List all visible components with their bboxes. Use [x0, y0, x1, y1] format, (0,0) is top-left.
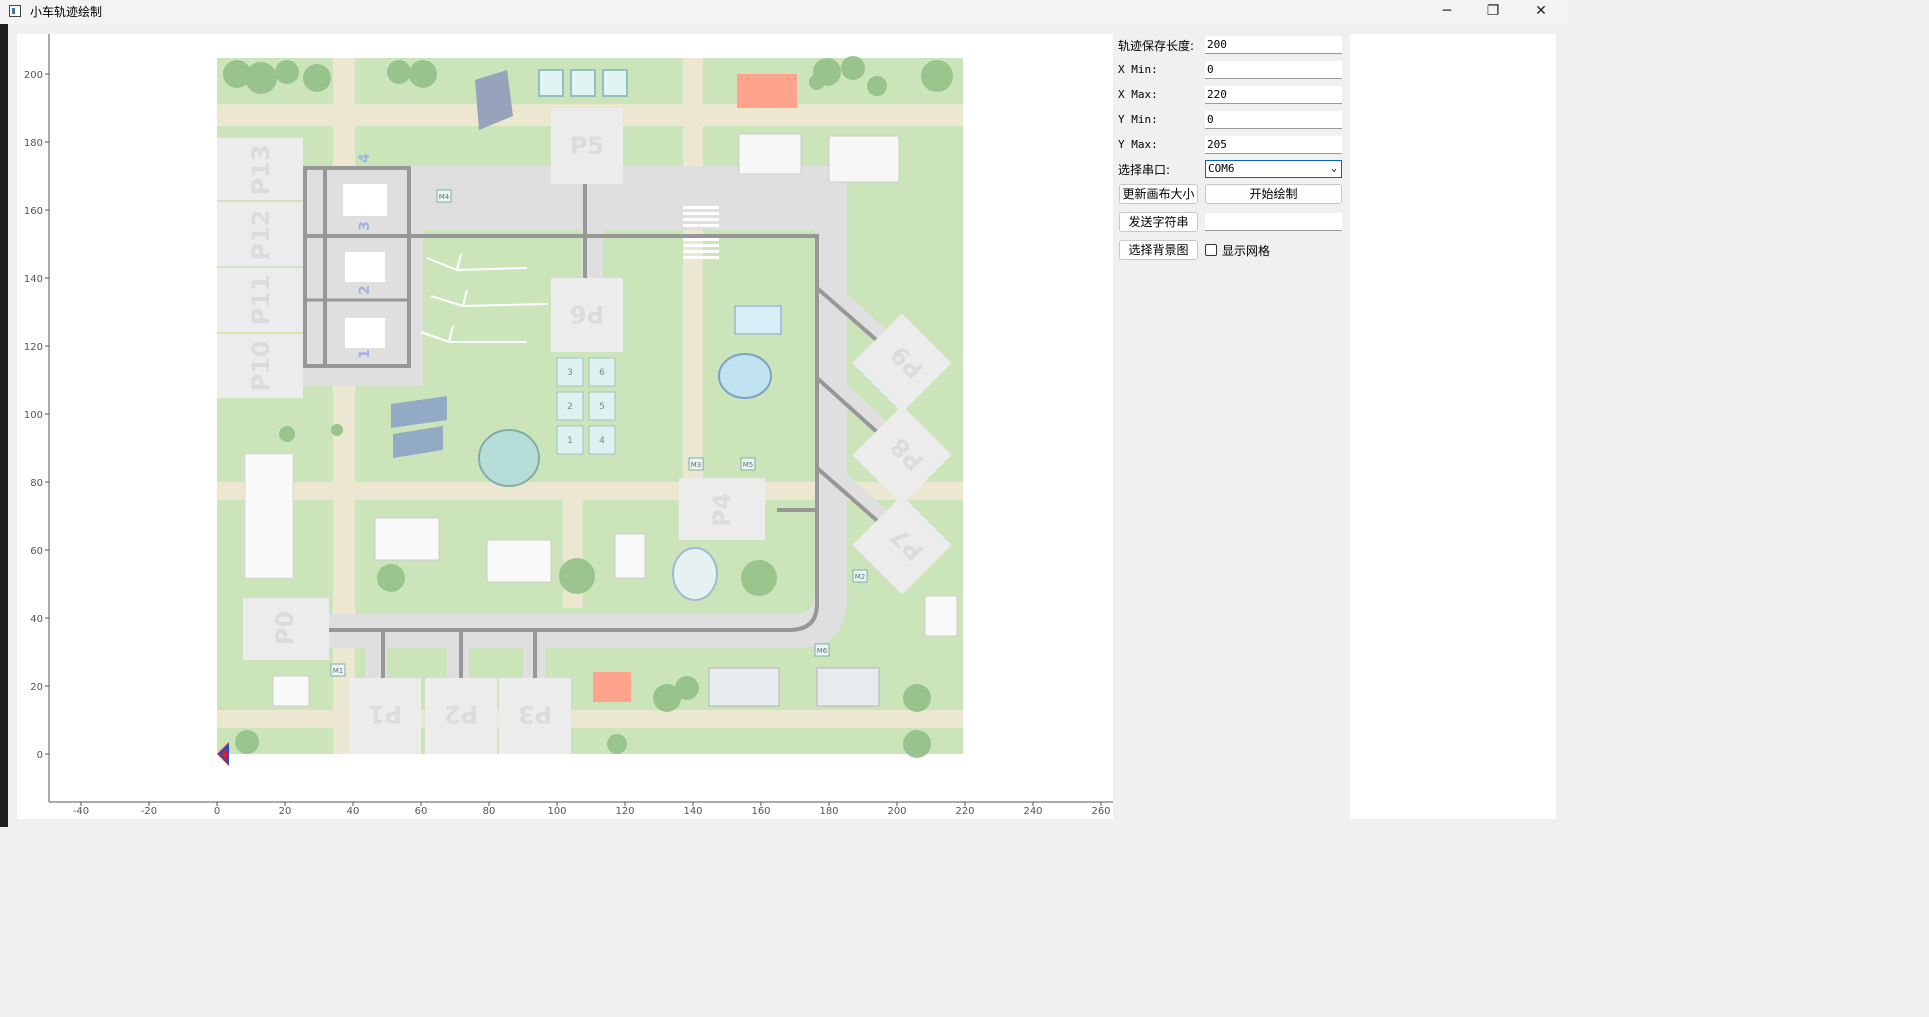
- red-roof-building: [737, 74, 797, 108]
- parking-label-p5: P5: [570, 132, 604, 160]
- grid-number-6: 6: [599, 368, 605, 378]
- output-pane[interactable]: [1350, 34, 1556, 819]
- x-tick-label: -20: [141, 806, 157, 817]
- parking-label-p11: P11: [247, 275, 275, 326]
- x-tick-label: 240: [1023, 806, 1042, 817]
- serial-port-value: COM6: [1208, 162, 1235, 175]
- grid-number-5: 5: [599, 402, 605, 412]
- bay-number-4: 4: [357, 153, 373, 163]
- right-scrollbar[interactable]: [1558, 34, 1568, 819]
- y-tick-label: 200: [24, 70, 43, 81]
- y-tick-label: 180: [24, 138, 43, 149]
- y-tick-label: 20: [30, 682, 43, 693]
- window-title: 小车轨迹绘制: [30, 5, 103, 19]
- parking-label-p2: P2: [444, 700, 478, 728]
- x-tick-label: 260: [1091, 806, 1110, 817]
- track-length-input[interactable]: 200: [1205, 36, 1342, 54]
- parking-label-p13: P13: [247, 145, 275, 196]
- x-tick-label: -40: [73, 806, 89, 817]
- minimize-button[interactable]: ─: [1424, 0, 1470, 24]
- bay-number-2: 2: [357, 285, 373, 295]
- marker-m6: M6: [817, 647, 828, 655]
- grid-number-3: 3: [567, 368, 573, 378]
- serial-port-select[interactable]: COM6 ⌄: [1205, 160, 1342, 178]
- y-tick-label: 100: [24, 410, 43, 421]
- parking-label-p1: P1: [368, 700, 402, 728]
- serial-port-label: 选择串口:: [1118, 163, 1171, 177]
- x-min-input[interactable]: 0: [1205, 61, 1342, 79]
- title-bar: 小车轨迹绘制 ─ ❐ ✕: [0, 0, 1568, 24]
- track-length-label: 轨迹保存长度:: [1118, 39, 1195, 53]
- update-canvas-button[interactable]: 更新画布大小: [1119, 184, 1198, 204]
- path-bottom: [217, 710, 963, 728]
- y-max-input[interactable]: 205: [1205, 136, 1342, 154]
- path-left: [333, 58, 355, 754]
- plot-area[interactable]: -40 -20 0 20 40 60 80 100 120 140 160 180 200 220 240 2…: [17, 34, 1113, 819]
- x-tick-label: 220: [955, 806, 974, 817]
- battery-tank: [734, 305, 782, 335]
- round-tank: [718, 353, 772, 399]
- close-button[interactable]: ✕: [1518, 0, 1564, 24]
- maximize-button[interactable]: ❐: [1470, 0, 1516, 24]
- grid-number-4: 4: [599, 436, 605, 446]
- y-tick-label: 40: [30, 614, 43, 625]
- parking-label-p3: P3: [518, 700, 552, 728]
- path-vertical: [683, 58, 703, 518]
- marker-m2: M2: [855, 573, 866, 581]
- background-window-strip: [0, 24, 8, 827]
- show-grid-label: 显示网格: [1222, 244, 1271, 258]
- y-tick-label: 140: [24, 274, 43, 285]
- send-string-button[interactable]: 发送字符串: [1119, 212, 1198, 232]
- send-string-input[interactable]: [1205, 213, 1342, 231]
- x-tick-label: 20: [279, 806, 292, 817]
- x-tick-label: 0: [214, 806, 220, 817]
- y-axis-ticks: 0 20 40 60 80 100 120 140 160 180 200: [24, 70, 49, 761]
- marker-m3: M3: [691, 461, 702, 469]
- y-tick-label: 80: [30, 478, 43, 489]
- x-tick-label: 100: [547, 806, 566, 817]
- bay-number-3: 3: [357, 221, 373, 231]
- y-tick-label: 120: [24, 342, 43, 353]
- x-max-label: X Max:: [1118, 88, 1158, 101]
- trajectory-plot[interactable]: -40 -20 0 20 40 60 80 100 120 140 160 180 200 220 240 2…: [17, 34, 1113, 819]
- choose-background-button[interactable]: 选择背景图: [1119, 240, 1198, 260]
- y-tick-label: 60: [30, 546, 43, 557]
- x-tick-label: 120: [615, 806, 634, 817]
- x-tick-label: 140: [683, 806, 702, 817]
- grid-number-2: 2: [567, 402, 573, 412]
- parking-label-p0: P0: [271, 611, 299, 645]
- x-tick-label: 60: [415, 806, 428, 817]
- round-building: [478, 429, 540, 487]
- marker-m4: M4: [439, 193, 450, 201]
- x-tick-label: 40: [347, 806, 360, 817]
- x-tick-label: 80: [483, 806, 496, 817]
- control-panel: 轨迹保存长度: 200 X Min: 0 X Max: 220 Y Min: 0…: [1113, 34, 1349, 814]
- bay-number-1: 1: [357, 349, 373, 359]
- x-max-input[interactable]: 220: [1205, 86, 1342, 104]
- y-tick-label: 160: [24, 206, 43, 217]
- x-min-label: X Min:: [1118, 63, 1158, 76]
- grid-number-1: 1: [567, 436, 573, 446]
- start-drawing-button[interactable]: 开始绘制: [1205, 184, 1342, 204]
- marker-m5: M5: [743, 461, 754, 469]
- y-min-input[interactable]: 0: [1205, 111, 1342, 129]
- x-tick-label: 180: [819, 806, 838, 817]
- parking-label-p12: P12: [247, 210, 275, 261]
- y-max-label: Y Max:: [1118, 138, 1158, 151]
- y-min-label: Y Min:: [1118, 113, 1158, 126]
- x-tick-label: 160: [751, 806, 770, 817]
- show-grid-checkbox[interactable]: [1205, 244, 1217, 256]
- x-axis-ticks: -40 -20 0 20 40 60 80 100 120 140 160 180 200 220 240 2…: [73, 802, 1111, 817]
- chevron-down-icon: ⌄: [1330, 163, 1337, 174]
- parking-label-p4: P4: [708, 493, 736, 527]
- parking-label-p6: P6: [570, 300, 604, 328]
- y-tick-label: 0: [37, 750, 43, 761]
- parking-label-p10: P10: [247, 341, 275, 392]
- app-icon: [9, 5, 21, 17]
- marker-m1: M1: [333, 667, 344, 675]
- background-map: P13 P12 P11 P10 P5 P6 P4 P0 P1 P2 P3 P9 …: [217, 56, 963, 758]
- x-tick-label: 200: [887, 806, 906, 817]
